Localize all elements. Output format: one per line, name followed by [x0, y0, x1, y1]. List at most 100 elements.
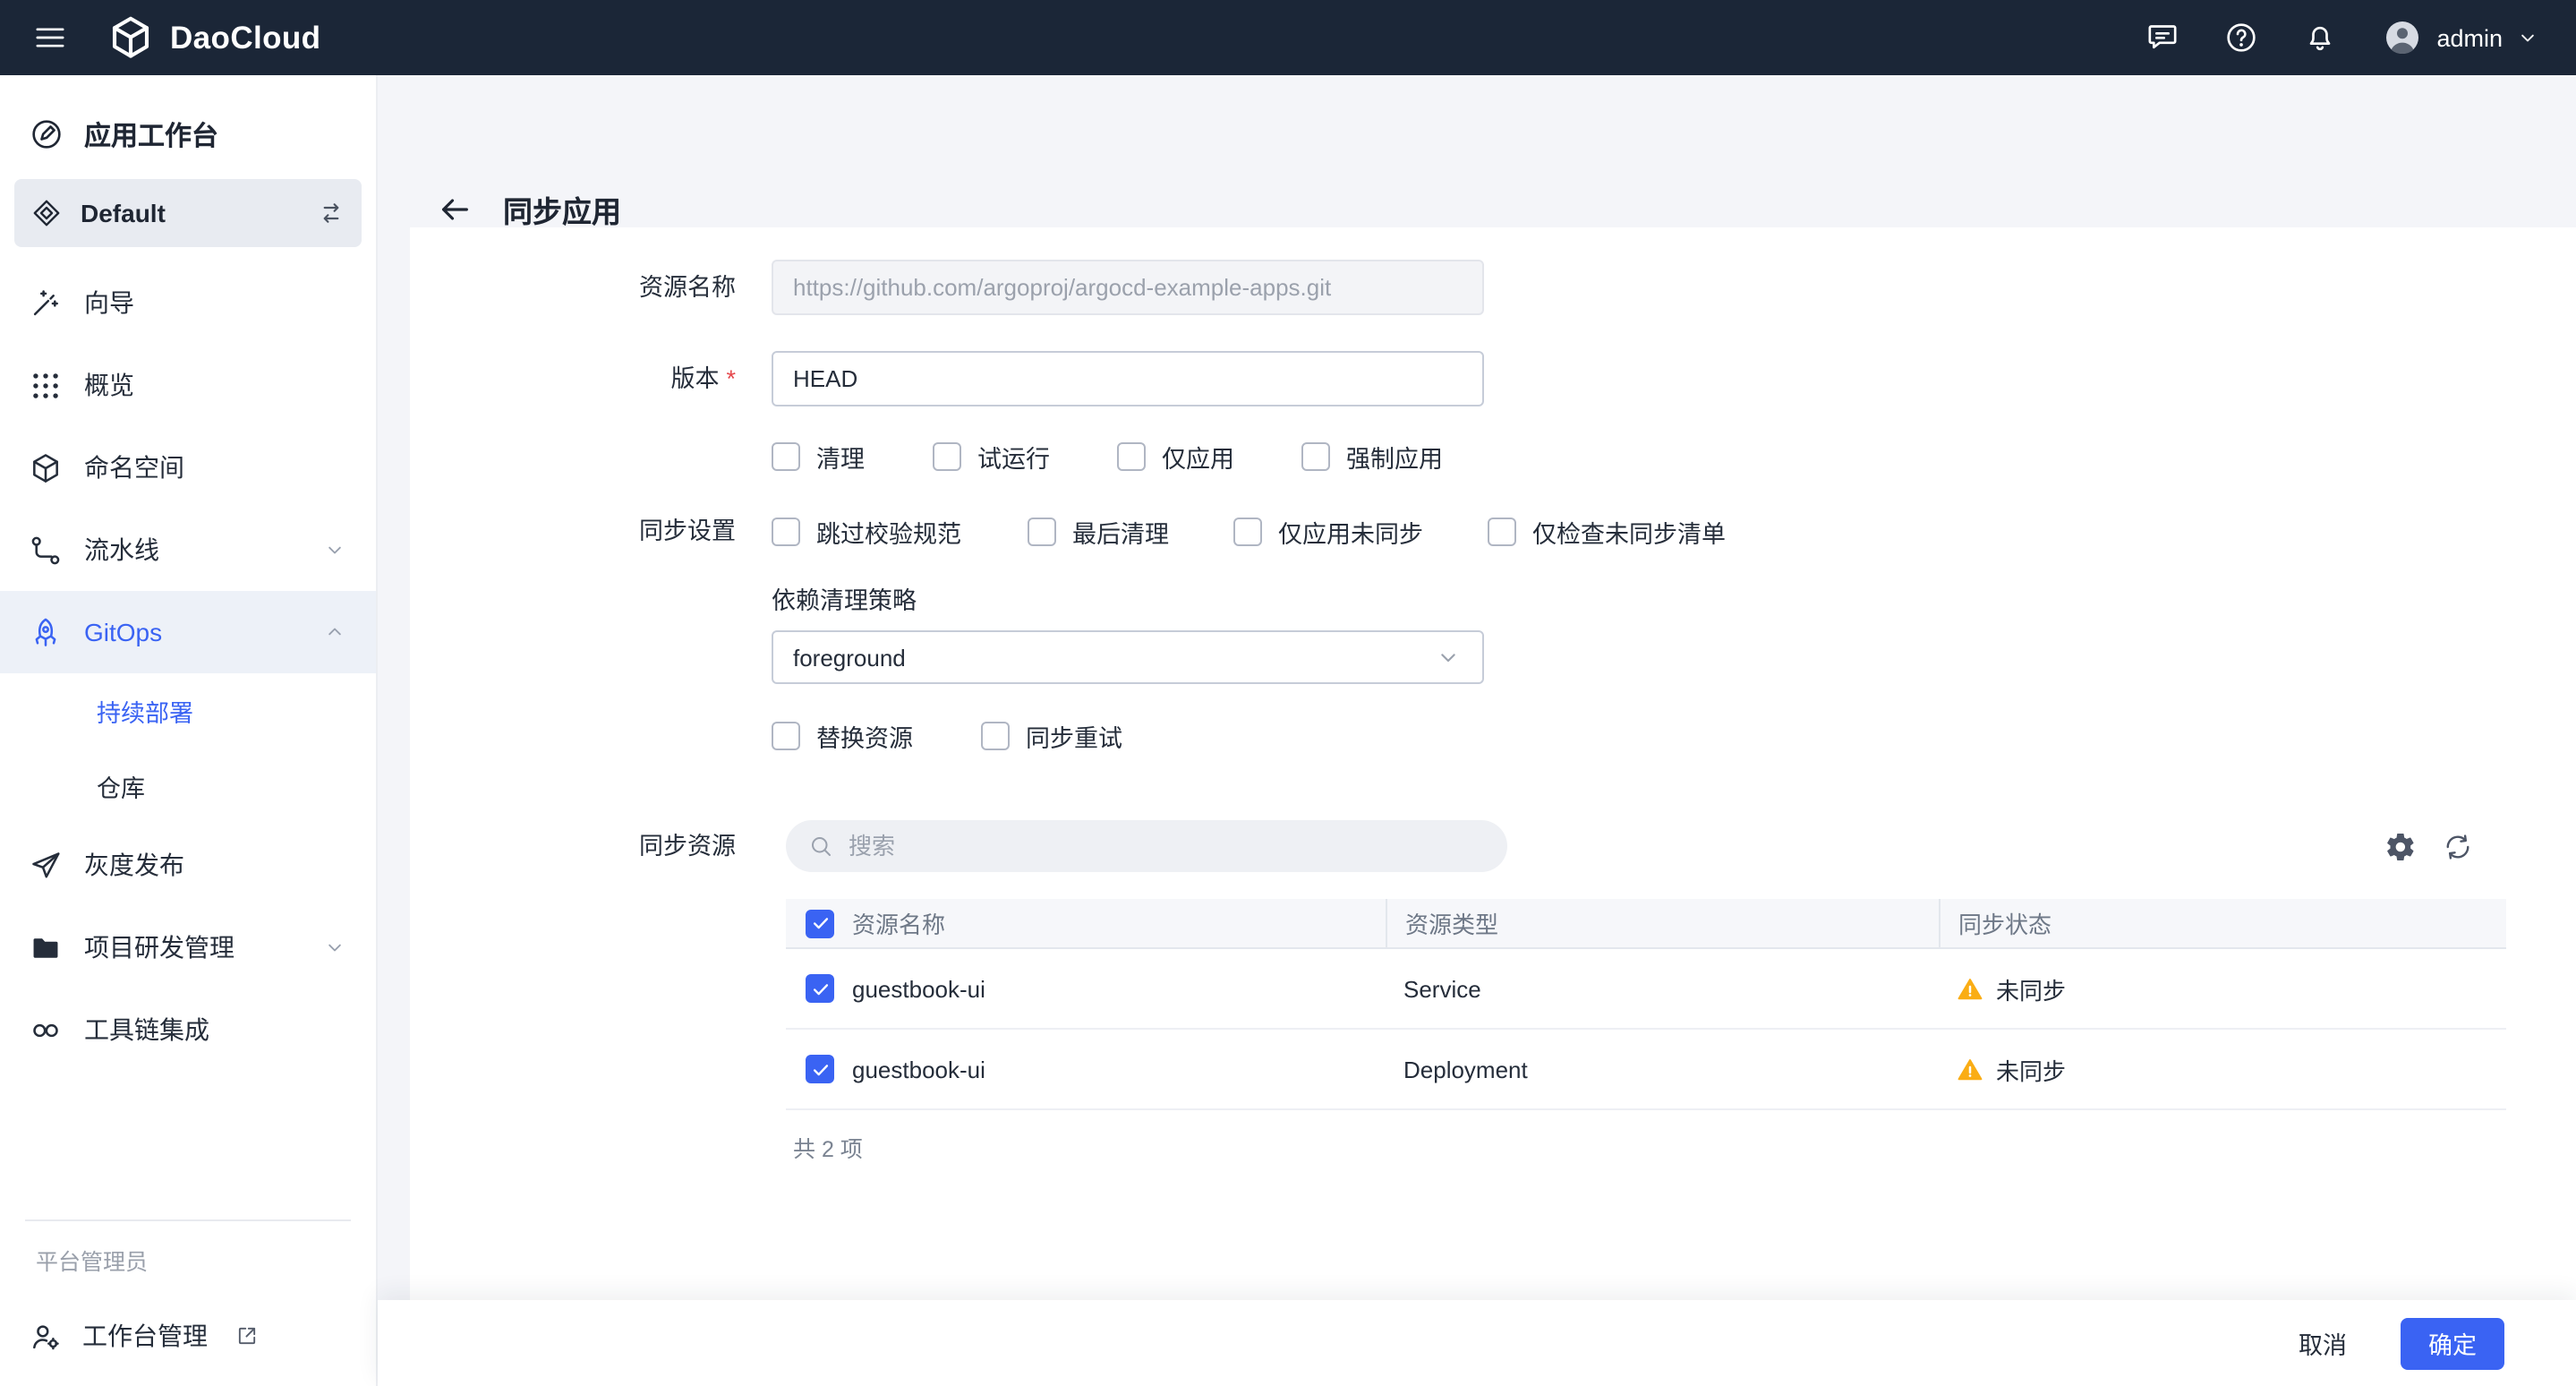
- column-header-type: 资源类型: [1386, 899, 1939, 947]
- swap-icon[interactable]: [317, 199, 345, 227]
- refresh-button[interactable]: [2442, 829, 2478, 865]
- sidebar-item-gray-release[interactable]: 灰度发布: [0, 824, 376, 906]
- checkbox-label: 最后清理: [1072, 513, 1169, 549]
- sidebar-item-repositories[interactable]: 仓库: [0, 749, 376, 824]
- main-content: 同步应用 资源名称 版本* 清理 试运行 仅应用: [378, 75, 2576, 1386]
- settings-button[interactable]: [2384, 829, 2420, 865]
- sidebar-workspace[interactable]: 应用工作台: [0, 93, 376, 175]
- table-row: guestbook-ui Service 未同步: [786, 949, 2506, 1030]
- warning-icon: [1957, 1056, 1983, 1082]
- checkbox-label: 仅检查未同步清单: [1532, 513, 1726, 549]
- resources-table: 资源名称 资源类型 同步状态 guestbook-ui Service 未同步: [786, 899, 2506, 1110]
- check-icon: [810, 1059, 830, 1079]
- sidebar-item-toolchain[interactable]: 工具链集成: [0, 988, 376, 1071]
- checkbox-label: 替换资源: [816, 717, 913, 753]
- sidebar-item-continuous-deployment[interactable]: 持续部署: [0, 673, 376, 749]
- back-button[interactable]: [437, 192, 473, 227]
- column-header-status: 同步状态: [1939, 899, 2506, 947]
- sidebar-item-label: 灰度发布: [84, 847, 184, 883]
- sidebar-spacer: [0, 1071, 376, 1219]
- sidebar-item-project-management[interactable]: 项目研发管理: [0, 906, 376, 988]
- bell-icon: [2302, 20, 2338, 56]
- sync-settings-label: 同步设置: [410, 516, 736, 548]
- checkbox-label: 仅应用未同步: [1278, 513, 1423, 549]
- notifications-button[interactable]: [2302, 20, 2338, 56]
- column-header-name: 资源名称: [852, 906, 945, 940]
- chevron-down-icon: [2515, 25, 2540, 50]
- checkbox-check-out-of-sync-manifest-only[interactable]: 仅检查未同步清单: [1488, 516, 1726, 546]
- revision-label-text: 版本: [670, 365, 719, 392]
- row-checkbox[interactable]: [806, 974, 834, 1003]
- brand[interactable]: DaoCloud: [107, 14, 320, 61]
- resource-name: guestbook-ui: [852, 975, 985, 1002]
- search-input[interactable]: [849, 833, 1486, 860]
- gear-icon: [2384, 831, 2417, 863]
- rocket-icon: [29, 615, 63, 649]
- prune-policy-select[interactable]: foreground: [772, 630, 1484, 684]
- sidebar-item-namespaces[interactable]: 命名空间: [0, 426, 376, 509]
- sync-status: 未同步: [1996, 971, 2066, 1005]
- select-value: foreground: [793, 644, 906, 671]
- back-arrow-icon: [437, 192, 473, 227]
- checkbox-label: 试运行: [977, 438, 1050, 474]
- checkbox-prune[interactable]: 清理: [772, 441, 865, 471]
- resource-name-label: 资源名称: [410, 260, 736, 315]
- workspace-icon: [29, 116, 64, 152]
- checkbox-box: [1117, 441, 1146, 470]
- checkbox-replace-resource[interactable]: 替换资源: [772, 720, 913, 750]
- sidebar-item-label: GitOps: [84, 618, 162, 646]
- checkbox-sync-retry[interactable]: 同步重试: [981, 720, 1122, 750]
- table-header-name-cell: 资源名称: [786, 899, 1386, 947]
- checkbox-box: [1028, 517, 1056, 545]
- user-menu[interactable]: admin: [2381, 16, 2540, 59]
- grid-icon: [29, 368, 63, 402]
- sidebar-item-label: 工作台管理: [82, 1318, 208, 1354]
- revision-input[interactable]: [772, 351, 1484, 406]
- workspace-label: 应用工作台: [84, 116, 218, 153]
- messages-button[interactable]: [2145, 20, 2180, 56]
- checkbox-force-apply[interactable]: 强制应用: [1301, 441, 1443, 471]
- sidebar-item-gitops[interactable]: GitOps: [0, 591, 376, 673]
- cancel-button[interactable]: 取消: [2299, 1325, 2347, 1361]
- sidebar-item-workbench-management[interactable]: 工作台管理: [0, 1296, 376, 1386]
- revision-label: 版本*: [410, 351, 736, 406]
- sidebar-item-pipelines[interactable]: 流水线: [0, 509, 376, 591]
- topbar-actions: admin: [2145, 16, 2540, 59]
- confirm-button[interactable]: 确定: [2401, 1317, 2504, 1369]
- sidebar-item-label: 向导: [84, 285, 134, 321]
- folder-icon: [29, 930, 63, 964]
- cluster-selector[interactable]: Default: [14, 179, 362, 247]
- footer-action-bar: 取消 确定: [378, 1300, 2576, 1386]
- checkbox-box: [772, 721, 800, 749]
- sidebar-item-label: 持续部署: [97, 693, 193, 729]
- sidebar-item-overview[interactable]: 概览: [0, 344, 376, 426]
- checkbox-apply-only[interactable]: 仅应用: [1117, 441, 1234, 471]
- search-box[interactable]: [786, 820, 1507, 872]
- menu-toggle-button[interactable]: [32, 20, 68, 56]
- checkbox-box: [1488, 517, 1516, 545]
- checkbox-prune-last[interactable]: 最后清理: [1028, 516, 1169, 546]
- checkbox-dry-run[interactable]: 试运行: [933, 441, 1050, 471]
- page-title: 同步应用: [503, 188, 621, 231]
- row-checkbox[interactable]: [806, 1055, 834, 1083]
- user-gear-icon: [29, 1319, 63, 1353]
- resource-type: Service: [1386, 949, 1939, 1028]
- table-total: 共 2 项: [793, 1130, 863, 1164]
- app-root: DaoCloud admin 应用工作台 Defa: [0, 0, 2576, 1386]
- checkbox-box: [772, 441, 800, 470]
- select-all-checkbox[interactable]: [806, 909, 834, 937]
- sync-resources-label: 同步资源: [410, 820, 736, 872]
- checkbox-skip-schema-validation[interactable]: 跳过校验规范: [772, 516, 961, 546]
- checkbox-box: [981, 721, 1010, 749]
- checkbox-apply-out-of-sync-only[interactable]: 仅应用未同步: [1233, 516, 1423, 546]
- sync-form-card: 资源名称 版本* 清理 试运行 仅应用 强制应用: [410, 227, 2576, 1386]
- sidebar-item-label: 项目研发管理: [84, 929, 235, 965]
- help-button[interactable]: [2223, 20, 2259, 56]
- sidebar-item-label: 流水线: [84, 532, 159, 568]
- sidebar-item-label: 工具链集成: [84, 1012, 209, 1048]
- checkbox-label: 仅应用: [1162, 438, 1234, 474]
- sidebar-item-label: 仓库: [97, 768, 145, 804]
- diamond-icon: [30, 197, 63, 229]
- wand-icon: [29, 286, 63, 320]
- sidebar-item-wizard[interactable]: 向导: [0, 261, 376, 344]
